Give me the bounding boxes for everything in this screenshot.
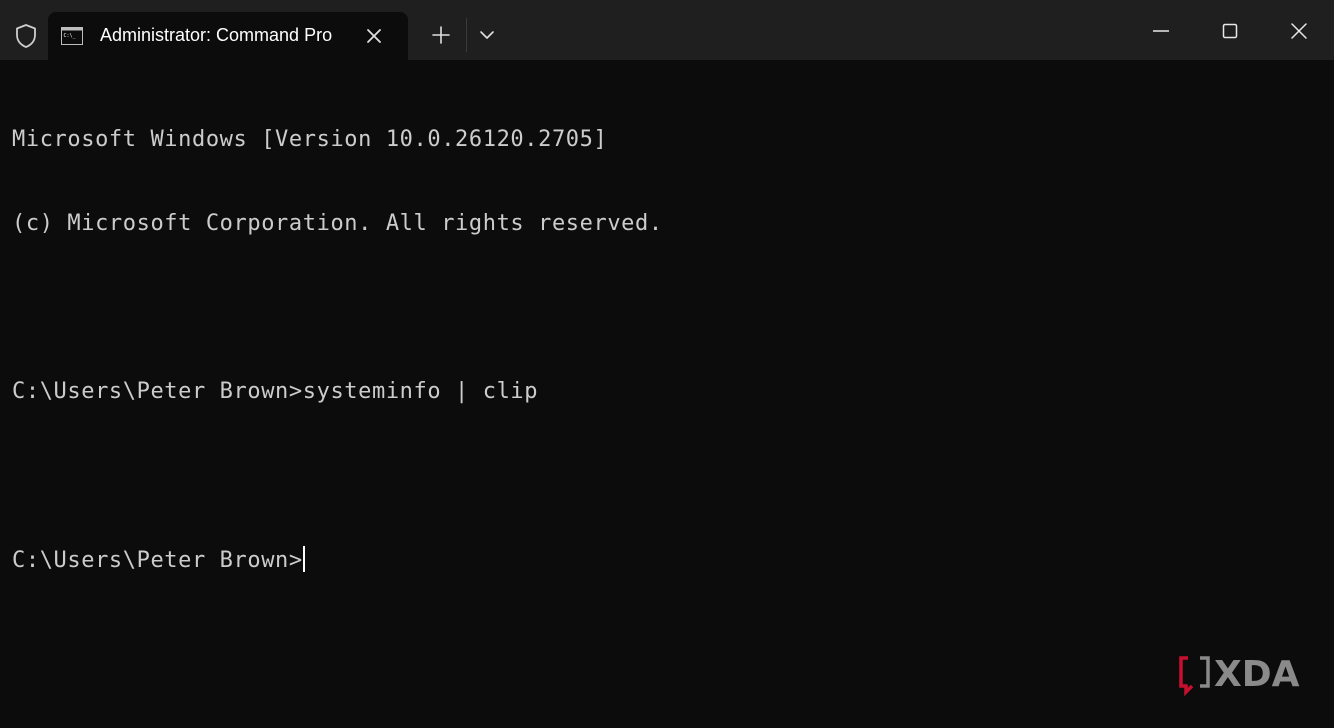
shield-icon bbox=[16, 24, 36, 48]
watermark-text: XDA bbox=[1214, 654, 1300, 695]
chevron-down-icon[interactable] bbox=[476, 24, 498, 46]
minimize-icon[interactable] bbox=[1144, 14, 1178, 48]
terminal-line: C:\Users\Peter Brown>systeminfo | clip bbox=[12, 379, 539, 404]
terminal-output[interactable]: Microsoft Windows [Version 10.0.26120.27… bbox=[12, 70, 663, 630]
cmd-terminal-icon: C:\_ bbox=[61, 27, 83, 45]
tab-administrator-command-prompt[interactable]: C:\_ Administrator: Command Pro bbox=[48, 12, 408, 60]
prompt-line[interactable]: C:\Users\Peter Brown> bbox=[12, 546, 663, 574]
terminal-line: Microsoft Windows [Version 10.0.26120.27… bbox=[12, 127, 608, 152]
plus-icon[interactable] bbox=[428, 22, 454, 48]
title-bar[interactable]: C:\_ Administrator: Command Pro bbox=[0, 0, 1334, 60]
svg-text:C:\_: C:\_ bbox=[64, 33, 77, 39]
maximize-icon[interactable] bbox=[1213, 14, 1247, 48]
tab-title: Administrator: Command Pro bbox=[100, 25, 333, 45]
tab-divider bbox=[466, 18, 467, 52]
terminal-window: C:\_ Administrator: Command Pro Microsof… bbox=[0, 0, 1334, 728]
text-cursor bbox=[302, 546, 305, 572]
close-window-icon[interactable] bbox=[1282, 14, 1316, 48]
terminal-line: (c) Microsoft Corporation. All rights re… bbox=[12, 211, 663, 236]
close-tab-icon[interactable] bbox=[362, 24, 386, 48]
prompt-text: C:\Users\Peter Brown> bbox=[12, 548, 303, 573]
xda-logo: XDA bbox=[1179, 654, 1300, 696]
